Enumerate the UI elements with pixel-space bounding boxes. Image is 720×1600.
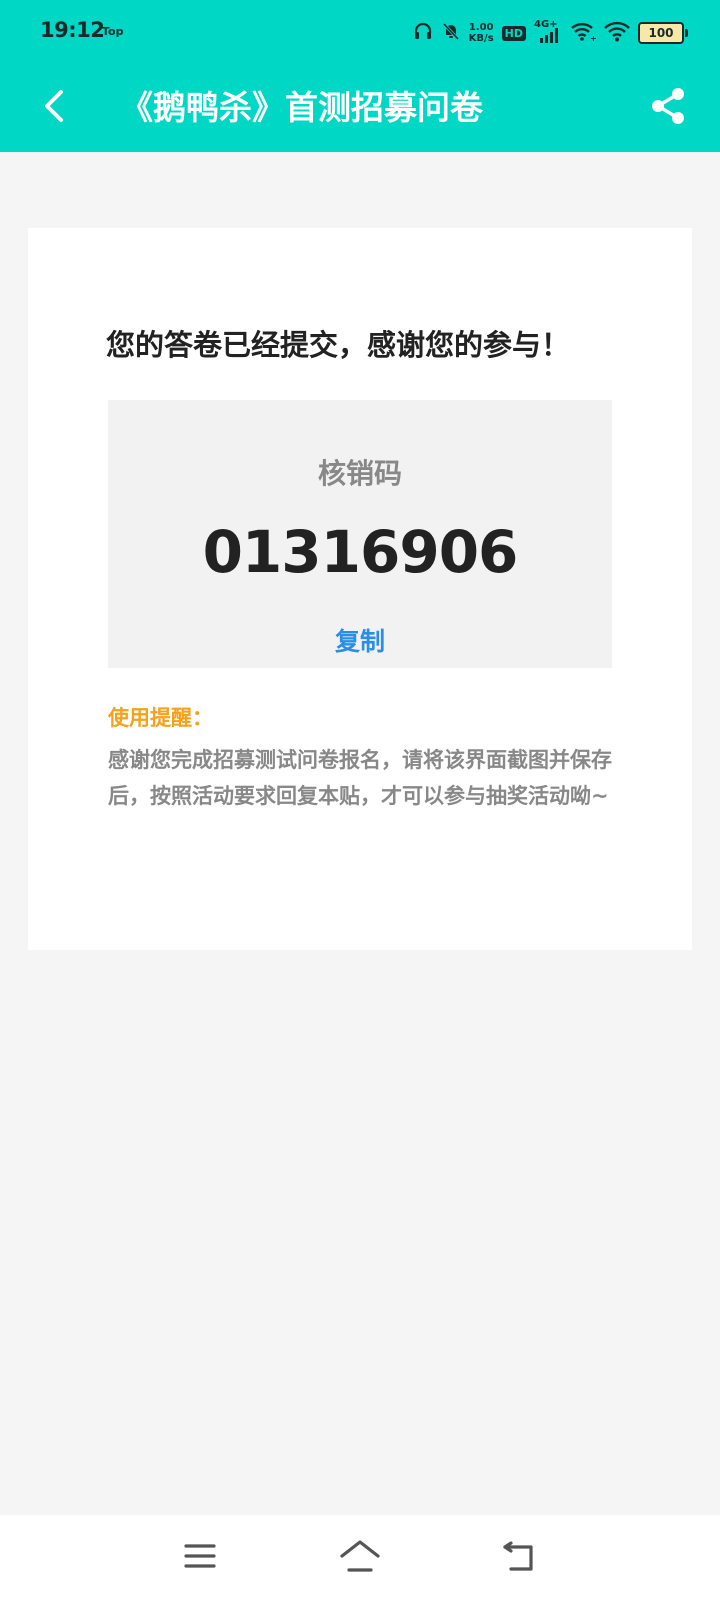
speed-value: 1.00: [468, 22, 494, 33]
app-header: 《鹅鸭杀》首测招募问卷: [0, 64, 720, 152]
reminder-title: 使用提醒：: [108, 706, 213, 730]
redemption-code-box: 核销码 01316906 复制: [108, 400, 612, 668]
page-title: 《鹅鸭杀》首测招募问卷: [120, 88, 483, 127]
network-speed: 1.00 KB/s: [469, 22, 494, 44]
menu-button[interactable]: [172, 1533, 228, 1583]
home-icon: [339, 1539, 381, 1577]
battery-level: 100: [648, 26, 674, 40]
share-icon: [649, 86, 687, 130]
status-bar: 19:12 Top 1.00 KB/s HD 4G+ + 100: [0, 0, 720, 64]
battery-icon: 100: [638, 22, 688, 44]
code-value: 01316906: [202, 518, 519, 586]
status-icons: 1.00 KB/s HD 4G+ + 100: [413, 19, 688, 47]
copy-button[interactable]: 复制: [308, 622, 412, 658]
back-icon: [501, 1539, 539, 1577]
result-card: 您的答卷已经提交，感谢您的参与！ 核销码 01316906 复制 使用提醒： 感…: [28, 228, 692, 950]
status-top-label: Top: [102, 25, 124, 38]
headphones-icon: [413, 21, 433, 45]
status-time: 19:12: [40, 18, 105, 42]
code-label: 核销码: [317, 457, 402, 490]
speed-unit: KB/s: [468, 33, 494, 44]
system-nav-bar: [0, 1515, 720, 1600]
menu-icon: [183, 1542, 217, 1574]
mute-bell-icon: [441, 21, 461, 45]
wifi-calling-icon: +: [570, 20, 597, 46]
back-nav-button[interactable]: [492, 1533, 548, 1583]
back-button[interactable]: [32, 86, 76, 130]
signal-icon: 4G+: [534, 19, 562, 45]
share-button[interactable]: [644, 84, 692, 132]
wifi-icon: [604, 20, 630, 46]
svg-text:+: +: [590, 34, 596, 42]
success-message: 您的答卷已经提交，感谢您的参与！: [106, 328, 571, 362]
reminder-text: 感谢您完成招募测试问卷报名，请将该界面截图并保存后，按照活动要求回复本贴，才可以…: [108, 748, 612, 808]
hd-icon: HD: [501, 25, 526, 41]
home-button[interactable]: [332, 1533, 388, 1583]
chevron-left-icon: [41, 88, 67, 128]
